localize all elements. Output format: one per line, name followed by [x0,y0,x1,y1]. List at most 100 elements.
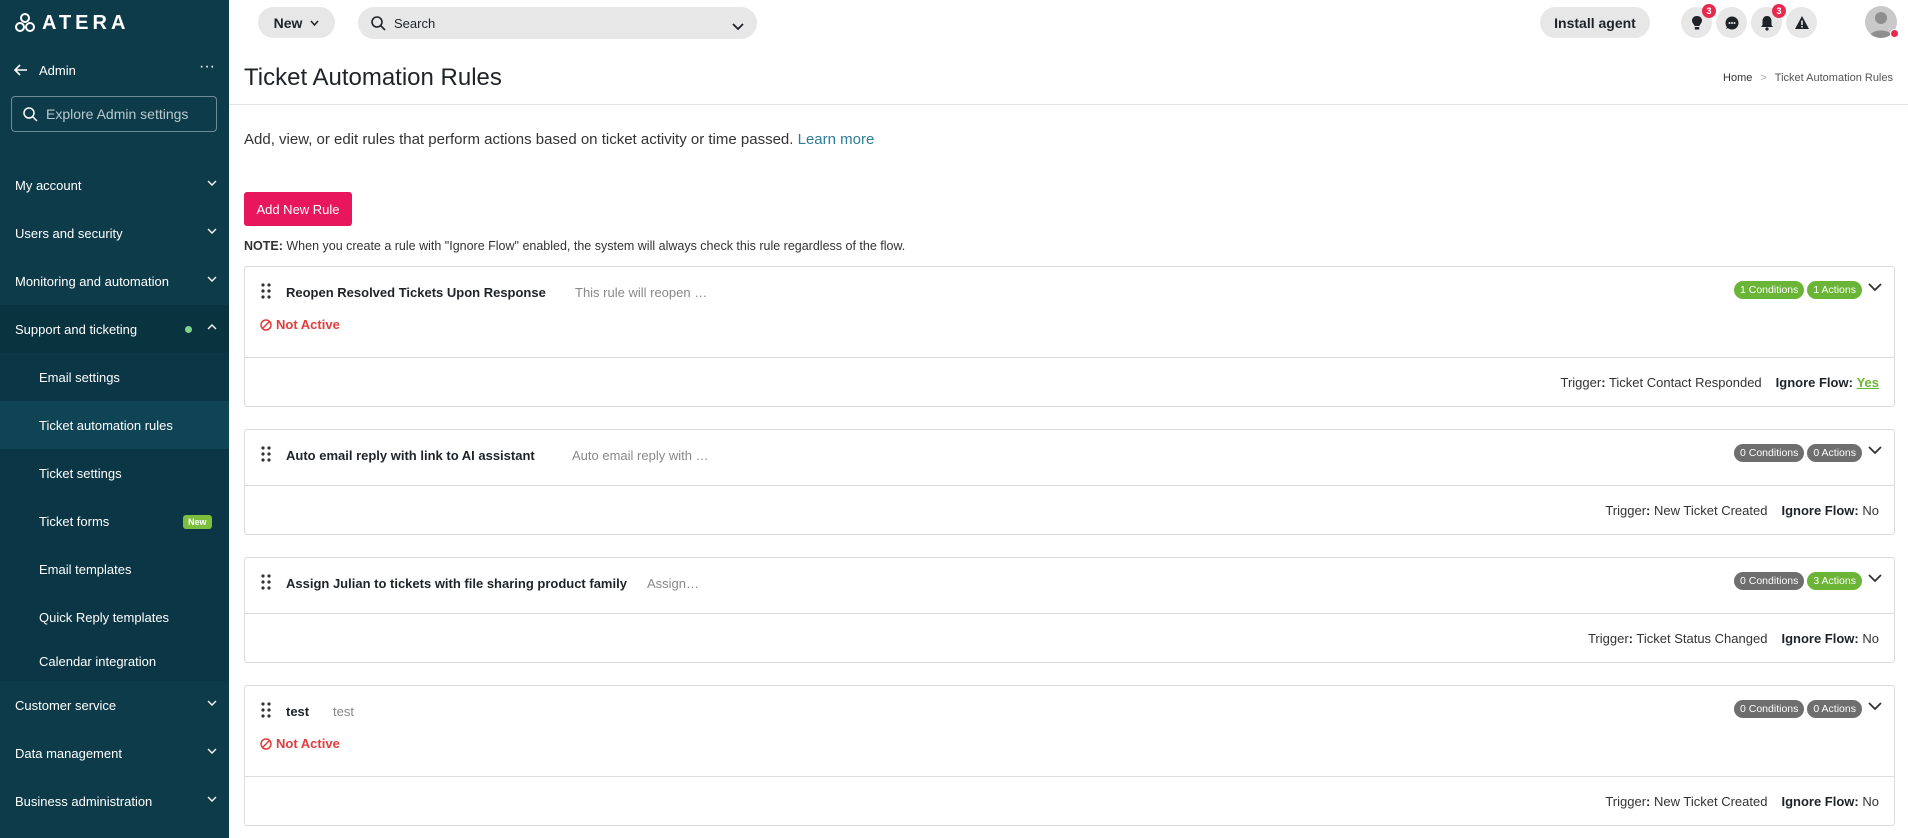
trigger-label: Trigger [1605,794,1647,809]
tips-count-badge: 3 [1702,4,1716,18]
rule-card: Auto email reply with link to AI assista… [244,429,1895,535]
chevron-down-icon [207,276,217,282]
intro-text: Add, view, or edit rules that perform ac… [244,131,794,148]
trigger-info: Trigger: New Ticket Created Ignore Flow:… [1605,794,1879,809]
ignore-flow-label: Ignore Flow [1781,631,1855,646]
trigger-label: Trigger [1560,375,1602,390]
rule-counts: 1 Conditions 1 Actions [1734,281,1862,299]
learn-more-link[interactable]: Learn more [798,131,875,148]
atera-logo-icon [15,13,35,32]
ignore-flow-text: Ignore Flow: No [1781,503,1879,518]
not-active-status: Not Active [260,736,340,751]
status-dot [185,326,192,333]
ignore-flow-label: Ignore Flow [1775,375,1849,390]
breadcrumb: Home > Ticket Automation Rules [1723,72,1893,84]
chat-button[interactable] [1716,7,1747,38]
sidebar-item-label: Ticket settings [39,465,122,481]
sidebar-item-label: Calendar integration [39,653,157,669]
drag-handle-icon[interactable] [261,283,271,299]
actions-count-badge: 0 Actions [1807,700,1862,718]
notifications-count-badge: 3 [1772,4,1786,18]
logo-text: ATERA [42,11,130,34]
page-intro: Add, view, or edit rules that perform ac… [244,131,874,148]
rule-description: This rule will reopen … [575,285,708,300]
sidebar-item-label: Email templates [39,561,132,577]
more-options-icon[interactable]: ··· [196,59,218,80]
nav-section-label: Business administration [15,793,153,809]
nav-section-support-and-ticketing[interactable]: Support and ticketing [0,305,229,353]
trigger-text: Trigger: New Ticket Created [1605,503,1768,518]
sidebar-item-quick-reply-templates[interactable]: Quick Reply templates [0,593,229,641]
nav-section-label: Support and ticketing [15,321,138,337]
ignore-flow-label: Ignore Flow [1781,503,1855,518]
chevron-down-icon[interactable] [1868,574,1882,583]
new-button-label: New [273,14,303,31]
trigger-value: New Ticket Created [1654,503,1768,518]
trigger-info: Trigger: Ticket Status Changed Ignore Fl… [1588,631,1879,646]
rule-footer: Trigger: Ticket Status Changed Ignore Fl… [245,614,1894,662]
nav-section-label: My account [15,177,82,193]
search-icon [371,16,386,36]
sidebar-item-ticket-forms[interactable]: Ticket forms New [0,497,229,545]
chevron-down-icon [207,228,217,234]
nav-section-users-and-security[interactable]: Users and security [0,209,229,257]
sidebar-item-calendar-integration[interactable]: Calendar integration [0,641,229,681]
trigger-text: Trigger: New Ticket Created [1605,794,1768,809]
atera-logo[interactable]: ATERA [14,12,129,34]
not-active-status: Not Active [260,317,340,332]
actions-count-badge: 1 Actions [1807,281,1862,299]
add-new-rule-button[interactable]: Add New Rule [244,192,352,226]
rule-counts: 0 Conditions 3 Actions [1734,572,1862,590]
nav-section-monitoring-and-automation[interactable]: Monitoring and automation [0,257,229,305]
trigger-label: Trigger [1605,503,1647,518]
rule-header[interactable]: Reopen Resolved Tickets Upon Response Th… [245,267,1894,358]
chevron-down-icon [207,748,217,754]
rule-header[interactable]: test test Not Active 0 Conditions 0 Acti… [245,686,1894,777]
nav-section-customer-service[interactable]: Customer service [0,681,229,729]
install-agent-button[interactable]: Install agent [1540,7,1650,38]
chevron-down-icon[interactable] [1868,446,1882,455]
drag-handle-icon[interactable] [261,574,271,590]
rule-name: Auto email reply with link to AI assista… [286,448,535,463]
sidebar-item-ticket-settings[interactable]: Ticket settings [0,449,229,497]
conditions-count-badge: 0 Conditions [1734,700,1805,718]
nav-section-label: Data management [15,745,122,761]
sidebar-item-ticket-automation-rules[interactable]: Ticket automation rules [0,401,229,449]
tips-button[interactable]: 3 [1681,4,1716,38]
not-active-label: Not Active [276,736,340,751]
global-search-input[interactable] [394,15,714,31]
chevron-down-icon [310,20,319,26]
drag-handle-icon[interactable] [261,702,271,718]
sidebar-item-email-templates[interactable]: Email templates [0,545,229,593]
top-bar: New Install agent 3 3 [229,0,1908,44]
drag-handle-icon[interactable] [261,446,271,462]
alerts-button[interactable] [1786,7,1817,38]
new-button[interactable]: New [258,7,335,38]
ignore-flow-text: Ignore Flow: Yes [1775,375,1879,390]
breadcrumb-home[interactable]: Home [1723,72,1752,84]
chevron-down-icon [207,180,217,186]
actions-count-badge: 0 Actions [1807,444,1862,462]
trigger-value: Ticket Contact Responded [1608,375,1762,390]
rule-counts: 0 Conditions 0 Actions [1734,444,1862,462]
chevron-down-icon[interactable] [1868,702,1882,711]
admin-search-input[interactable] [46,106,206,122]
sidebar-item-email-settings[interactable]: Email settings [0,353,229,401]
nav-section-business-administration[interactable]: Business administration [0,777,229,825]
nav-section-my-account[interactable]: My account [0,161,229,209]
notifications-button[interactable]: 3 [1751,4,1786,38]
rule-card: test test Not Active 0 Conditions 0 Acti… [244,685,1895,826]
chevron-down-icon[interactable] [732,18,744,36]
back-arrow-icon[interactable] [11,60,31,80]
ignore-flow-value[interactable]: Yes [1857,375,1879,390]
chevron-down-icon [207,796,217,802]
ignore-flow-value: No [1862,631,1879,646]
sidebar-item-label: Quick Reply templates [39,609,170,625]
nav-section-data-management[interactable]: Data management [0,729,229,777]
new-badge: New [183,515,212,529]
rule-header[interactable]: Assign Julian to tickets with file shari… [245,558,1894,614]
ignore-flow-value: No [1862,503,1879,518]
rule-header[interactable]: Auto email reply with link to AI assista… [245,430,1894,486]
chevron-down-icon[interactable] [1868,283,1882,292]
warning-icon [1794,16,1809,29]
